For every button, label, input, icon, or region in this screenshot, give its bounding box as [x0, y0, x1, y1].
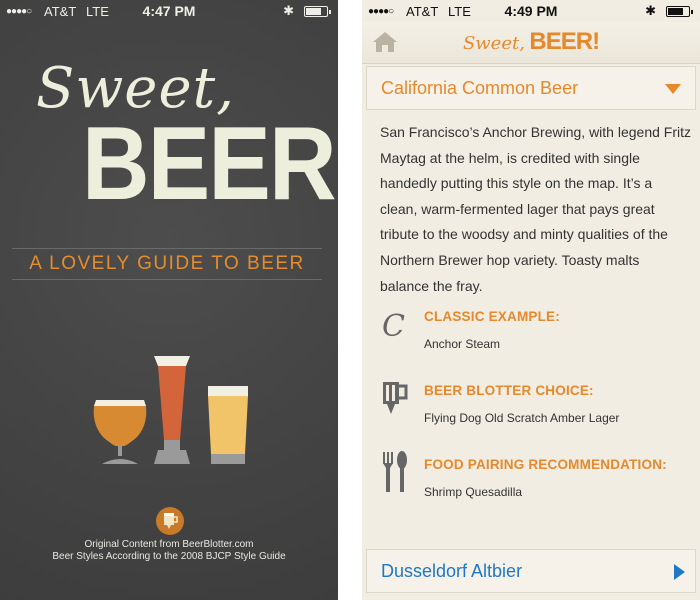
- food-pairing-label: FOOD PAIRING RECOMMENDATION:: [424, 457, 667, 472]
- header-logo-beer: BEER!: [529, 28, 600, 55]
- status-bar: ●●●●○ AT&T LTE 4:47 PM ✱: [0, 0, 338, 22]
- nav-bar: Sweet, BEER!: [362, 22, 700, 64]
- style-title: California Common Beer: [381, 78, 579, 98]
- fork-spoon-icon: [383, 451, 407, 492]
- classic-example-label: CLASSIC EXAMPLE:: [424, 309, 560, 324]
- svg-text:C: C: [382, 309, 405, 344]
- glasses-illustration: [93, 356, 248, 464]
- chevron-down-icon: [665, 84, 681, 94]
- splash-screen: ●●●●○ AT&T LTE 4:47 PM ✱ Sweet, BEER! A …: [0, 0, 338, 600]
- style-header-expanded[interactable]: California Common Beer: [366, 66, 696, 110]
- pint-glass-icon: [154, 356, 190, 464]
- tagline: A LOVELY GUIDE TO BEER: [29, 253, 305, 274]
- battery-icon: [666, 6, 693, 17]
- chevron-right-icon: [674, 564, 685, 580]
- footer-style-guide: Beer Styles According to the 2008 BJCP S…: [52, 551, 286, 562]
- bluetooth-icon: ✱: [645, 3, 656, 18]
- food-pairing-value: Shrimp Quesadilla: [424, 485, 523, 499]
- tulip-glass-icon: [93, 400, 147, 464]
- header-logo-sweet: Sweet,: [462, 33, 525, 54]
- style-description: San Francisco’s Anchor Brewing, with leg…: [380, 124, 691, 294]
- beer-blotter-choice-label: BEER BLOTTER CHOICE:: [424, 383, 594, 398]
- script-c-icon: C: [382, 309, 405, 344]
- beer-mug-icon: [383, 382, 408, 414]
- beer-blotter-choice-value: Flying Dog Old Scratch Amber Lager: [424, 411, 620, 425]
- next-style-title: Dusseldorf Altbier: [381, 561, 523, 581]
- status-bar: ●●●●○ AT&T LTE 4:49 PM ✱: [362, 0, 700, 22]
- footer-credit: Original Content from BeerBlotter.com: [84, 539, 254, 550]
- style-detail-screen: ●●●●○ AT&T LTE 4:49 PM ✱ Sweet, BEER! Ca…: [362, 0, 700, 600]
- logo-beer: BEER!: [82, 106, 338, 222]
- tagline-banner: A LOVELY GUIDE TO BEER: [12, 248, 322, 280]
- bluetooth-icon: ✱: [283, 3, 294, 18]
- classic-example-value: Anchor Steam: [424, 337, 501, 351]
- battery-icon: [304, 6, 331, 17]
- beerblotter-icon: [156, 507, 184, 535]
- tall-glass-icon: [208, 386, 248, 464]
- style-row-next[interactable]: Dusseldorf Altbier: [366, 549, 696, 593]
- header-logo: Sweet, BEER!: [362, 28, 700, 56]
